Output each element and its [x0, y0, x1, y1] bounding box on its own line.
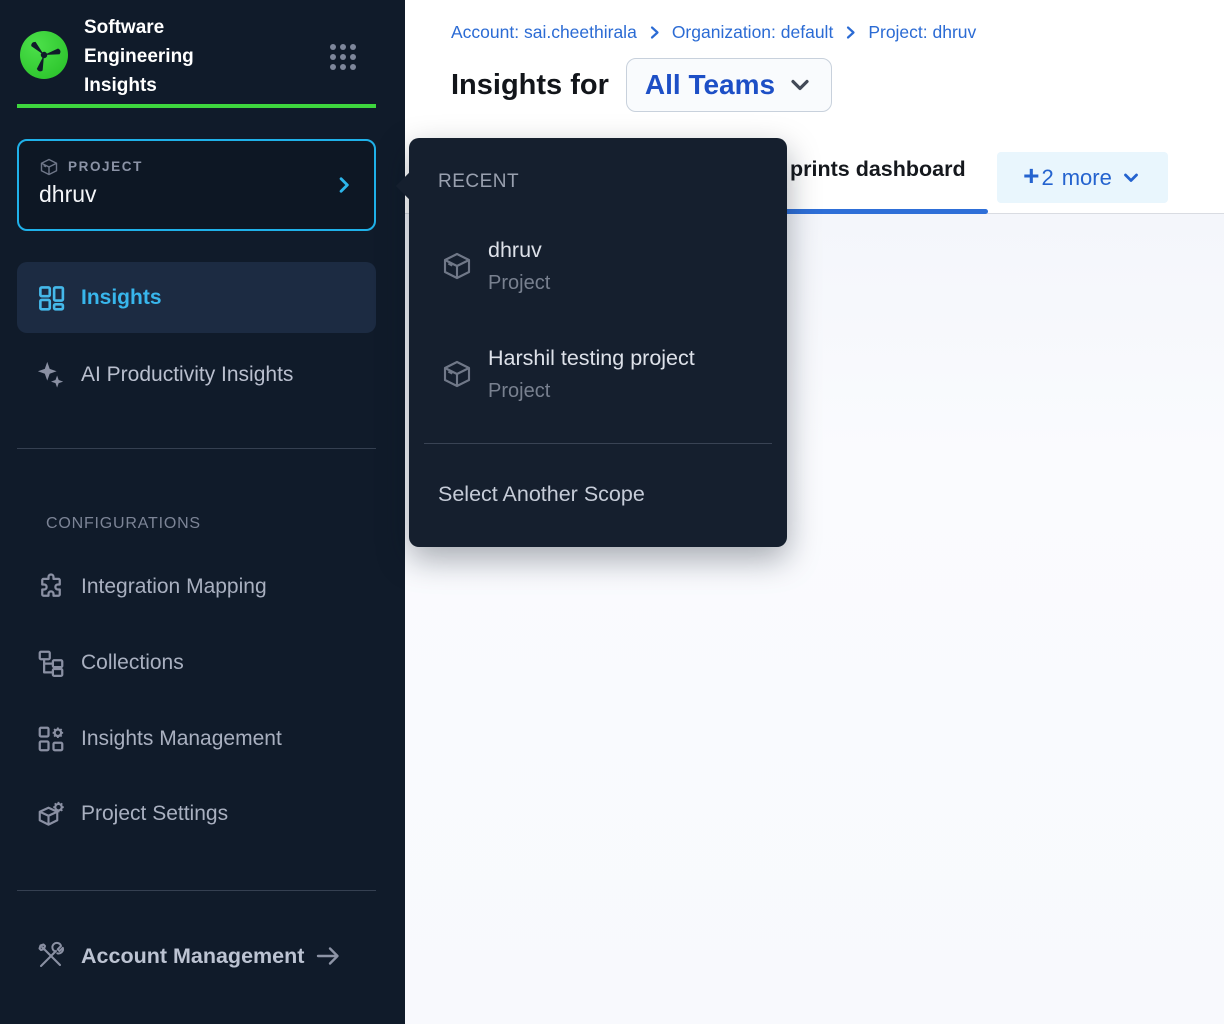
sei-propeller-logo-icon [20, 31, 68, 79]
tools-icon [36, 941, 66, 971]
cube-gear-icon [36, 799, 66, 829]
popover-divider [424, 443, 772, 444]
app-switcher-grid-icon[interactable] [327, 41, 359, 73]
chevron-right-icon [334, 175, 354, 195]
arrow-right-icon [314, 942, 342, 970]
more-tabs-dropdown[interactable]: + 2 more [997, 152, 1168, 203]
configurations-heading: CONFIGURATIONS [46, 515, 201, 533]
recent-heading: RECENT [438, 171, 519, 193]
scope-item-type: Project [488, 380, 550, 403]
project-cube-icon [441, 358, 473, 390]
sidebar-item-collections[interactable]: Collections [17, 635, 376, 691]
sidebar-item-project-settings[interactable]: Project Settings [17, 786, 376, 842]
sidebar-item-label: AI Productivity Insights [81, 363, 293, 387]
dashboard-icon [36, 283, 66, 313]
sidebar-item-ai-productivity-insights[interactable]: AI Productivity Insights [17, 347, 376, 403]
sidebar-item-label: Integration Mapping [81, 575, 267, 599]
breadcrumb: Account: sai.cheethirala Organization: d… [451, 22, 976, 43]
sidebar-item-insights[interactable]: Insights [17, 262, 376, 333]
scope-popover: RECENT dhruv Project Harshil testing pro… [409, 138, 787, 547]
app-title: Software Engineering Insights [84, 13, 269, 100]
chevron-right-icon [842, 24, 859, 41]
sidebar-item-label: Insights Management [81, 727, 282, 751]
sidebar-item-label: Account Management [81, 944, 304, 969]
sidebar-item-insights-management[interactable]: Insights Management [17, 711, 376, 767]
scope-project-name: dhruv [39, 181, 97, 208]
scope-item-type: Project [488, 272, 550, 295]
sidebar-item-account-management[interactable]: Account Management [17, 928, 376, 984]
sidebar-divider [17, 448, 376, 449]
brand-accent-bar [17, 104, 376, 108]
sidebar: Software Engineering Insights PROJECT dh… [0, 0, 405, 1024]
recent-scope-item-harshil-testing-project[interactable]: Harshil testing project Project [409, 334, 787, 416]
more-tabs-count: 2 [1041, 165, 1053, 191]
team-selector-dropdown[interactable]: All Teams [626, 58, 832, 112]
more-tabs-label: more [1062, 165, 1112, 191]
sidebar-item-integration-mapping[interactable]: Integration Mapping [17, 559, 376, 615]
breadcrumb-account-link[interactable]: Account: sai.cheethirala [451, 22, 637, 43]
sidebar-divider [17, 890, 376, 891]
team-selector-value: All Teams [645, 69, 775, 101]
chevron-down-icon [1120, 167, 1142, 189]
chevron-right-icon [646, 24, 663, 41]
project-scope-selector[interactable]: PROJECT dhruv [17, 139, 376, 231]
project-cube-icon [441, 250, 473, 282]
breadcrumb-organization-link[interactable]: Organization: default [672, 22, 834, 43]
plus-icon: + [1023, 162, 1039, 190]
scope-kind-label: PROJECT [68, 159, 143, 174]
recent-scope-item-dhruv[interactable]: dhruv Project [409, 226, 787, 308]
chevron-down-icon [787, 72, 813, 98]
hierarchy-icon [36, 648, 66, 678]
puzzle-icon [36, 572, 66, 602]
sidebar-item-label: Project Settings [81, 802, 228, 826]
select-another-scope-button[interactable]: Select Another Scope [438, 482, 645, 507]
sei-app-window: Software Engineering Insights PROJECT dh… [0, 0, 1224, 1024]
scope-item-name: Harshil testing project [488, 346, 695, 371]
sparkles-icon [36, 360, 66, 390]
scope-item-name: dhruv [488, 238, 542, 263]
grid-gear-icon [36, 724, 66, 754]
sidebar-item-label: Collections [81, 651, 184, 675]
tab-sprints-dashboard[interactable]: prints dashboard [790, 157, 966, 182]
sidebar-item-label: Insights [81, 286, 162, 310]
page-title: Insights for [451, 69, 609, 102]
breadcrumb-project-link[interactable]: Project: dhruv [868, 22, 976, 43]
project-cube-icon [39, 157, 59, 177]
